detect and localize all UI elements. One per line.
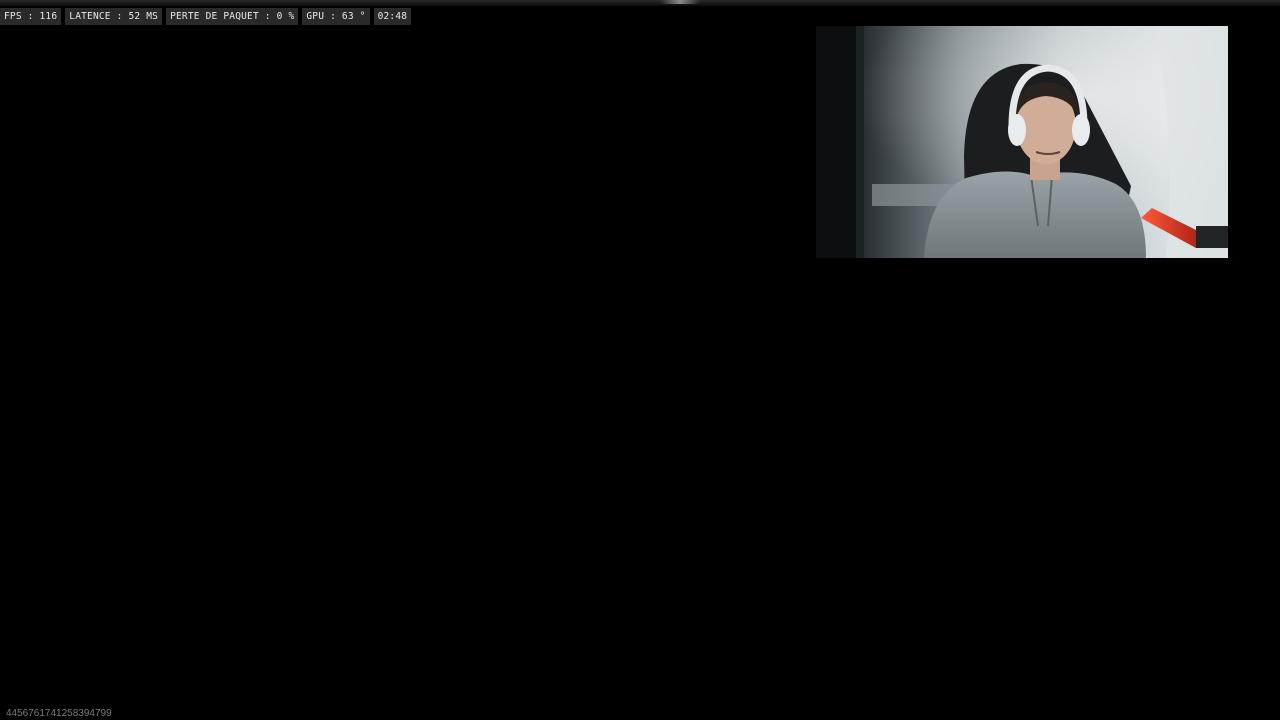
gpu-temp-stat: GPU : 63 ° — [302, 8, 370, 25]
fps-stat: FPS : 116 — [0, 8, 62, 25]
hoodie — [924, 171, 1146, 258]
latency-stat: LATENCE : 52 MS — [65, 8, 163, 25]
session-id: 4456761741258394799 — [6, 708, 112, 719]
packet-loss-stat: PERTE DE PAQUET : 0 % — [166, 8, 299, 25]
window-top-edge — [0, 0, 1280, 6]
clock-stat: 02:48 — [373, 8, 412, 25]
headphone-right — [1072, 114, 1090, 146]
edge-glint — [660, 0, 700, 4]
headphone-left — [1008, 114, 1026, 146]
performance-overlay: FPS : 116 LATENCE : 52 MS PERTE DE PAQUE… — [0, 8, 412, 25]
webcam-scene — [816, 26, 1228, 258]
mic-arm — [1196, 226, 1228, 248]
webcam-feed — [816, 26, 1228, 258]
dark-edge — [816, 26, 856, 258]
door-frame — [856, 26, 864, 258]
